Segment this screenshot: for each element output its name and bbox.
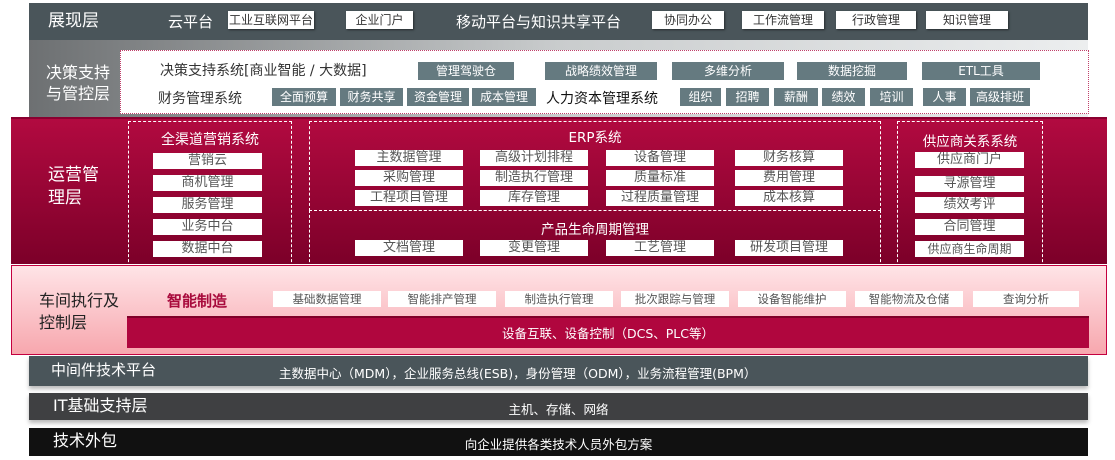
it-layer: IT基础支持层 主机、存储、网络 <box>29 393 1088 420</box>
item[interactable]: 智能物流及仓储 <box>855 291 963 307</box>
item[interactable]: ETL工具 <box>922 62 1040 80</box>
item[interactable]: 过程质量管理 <box>606 190 714 206</box>
bi-label: 决策支持系统[商业智能 / 大数据] <box>160 63 367 79</box>
item[interactable]: 招聘 <box>726 88 769 106</box>
item[interactable]: 寻源管理 <box>915 176 1024 192</box>
item[interactable]: 培训 <box>870 88 913 106</box>
item[interactable]: 制造执行管理 <box>480 170 588 186</box>
item[interactable]: 工作流管理 <box>742 11 824 29</box>
item[interactable]: 业务中台 <box>153 219 262 235</box>
item[interactable]: 批次跟踪与管理 <box>621 291 729 307</box>
item[interactable]: 查询分析 <box>973 291 1079 307</box>
finance-label: 财务管理系统 <box>158 91 242 107</box>
device-control-bar: 设备互联、设备控制（DCS、PLC等） <box>127 316 1089 348</box>
item[interactable]: 工业互联网平台 <box>228 11 314 29</box>
layer-label: 车间执行及控制层 <box>39 291 120 332</box>
item[interactable]: 行政管理 <box>836 11 916 29</box>
mobile-label: 移动平台与知识共享平台 <box>456 13 622 31</box>
item[interactable]: 财务共享 <box>340 88 403 106</box>
item[interactable]: 多维分析 <box>672 62 784 80</box>
item[interactable]: 管理驾驶仓 <box>418 62 514 80</box>
marketing-title: 全渠道营销系统 <box>161 132 259 148</box>
item[interactable]: 文档管理 <box>355 240 463 256</box>
item[interactable]: 全面预算 <box>272 88 336 106</box>
item[interactable]: 供应商生命周期 <box>915 241 1024 257</box>
item[interactable]: 资金管理 <box>407 88 469 106</box>
item[interactable]: 成本管理 <box>472 88 536 106</box>
item[interactable]: 基础数据管理 <box>273 291 381 307</box>
item[interactable]: 知识管理 <box>926 11 1008 29</box>
item[interactable]: 绩效 <box>822 88 865 106</box>
item[interactable]: 变更管理 <box>480 240 588 256</box>
layer-label: 中间件技术平台 <box>51 361 157 379</box>
item[interactable]: 工艺管理 <box>606 240 714 256</box>
plm-title: 产品生命周期管理 <box>541 222 649 238</box>
middleware-layer: 中间件技术平台 主数据中心（MDM），企业服务总线(ESB)，身份管理（ODM）… <box>29 356 1088 386</box>
smart-manufacturing-label: 智能制造 <box>167 292 228 310</box>
item[interactable]: 企业门户 <box>346 11 413 29</box>
item[interactable]: 研发项目管理 <box>735 240 843 256</box>
layer-label: 展现层 <box>48 11 99 31</box>
item[interactable]: 财务核算 <box>735 150 843 166</box>
layer-label: 运营管理层 <box>48 165 99 208</box>
outsourcing-layer: 技术外包 向企业提供各类技术人员外包方案 <box>29 428 1088 456</box>
layer-label: 决策支持与管控层 <box>46 63 111 103</box>
it-content: 主机、存储、网络 <box>508 402 609 417</box>
item[interactable]: 供应商门户 <box>915 152 1024 168</box>
cloud-label: 云平台 <box>168 13 214 31</box>
item[interactable]: 工程项目管理 <box>355 190 463 206</box>
item[interactable]: 协同办公 <box>652 11 724 29</box>
item[interactable]: 绩效考评 <box>915 197 1024 213</box>
item[interactable]: 成本核算 <box>735 190 843 206</box>
item[interactable]: 设备智能维护 <box>738 291 846 307</box>
middleware-content: 主数据中心（MDM），企业服务总线(ESB)，身份管理（ODM），业务流程管理(… <box>279 366 757 381</box>
outsourcing-content: 向企业提供各类技术人员外包方案 <box>464 437 653 452</box>
item[interactable]: 主数据管理 <box>355 150 463 166</box>
item[interactable]: 服务管理 <box>153 197 262 213</box>
item[interactable]: 数据挖掘 <box>797 62 907 80</box>
item[interactable]: 战略绩效管理 <box>545 62 657 80</box>
item[interactable]: 智能排产管理 <box>388 291 496 307</box>
item[interactable]: 合同管理 <box>915 219 1024 235</box>
item[interactable]: 薪酬 <box>774 88 818 106</box>
item[interactable]: 商机管理 <box>153 175 262 191</box>
item[interactable]: 质量标准 <box>606 170 714 186</box>
item[interactable]: 制造执行管理 <box>505 291 613 307</box>
erp-title: ERP系统 <box>568 130 622 146</box>
hr-label: 人力资本管理系统 <box>546 91 658 107</box>
presentation-layer: 展现层 云平台 工业互联网平台 企业门户 移动平台与知识共享平台 协同办公 工作… <box>29 3 1088 40</box>
item[interactable]: 营销云 <box>153 153 262 169</box>
item[interactable]: 人事 <box>923 88 966 106</box>
item[interactable]: 采购管理 <box>355 170 463 186</box>
item[interactable]: 费用管理 <box>735 170 843 186</box>
srm-title: 供应商关系系统 <box>922 134 1018 150</box>
item[interactable]: 设备管理 <box>606 150 714 166</box>
item[interactable]: 组织 <box>680 88 721 106</box>
item[interactable]: 数据中台 <box>153 241 262 257</box>
device-control-text: 设备互联、设备控制（DCS、PLC等） <box>501 326 715 341</box>
item[interactable]: 高级计划排程 <box>480 150 588 166</box>
item[interactable]: 库存管理 <box>480 190 588 206</box>
item[interactable]: 高级排班 <box>970 88 1030 106</box>
